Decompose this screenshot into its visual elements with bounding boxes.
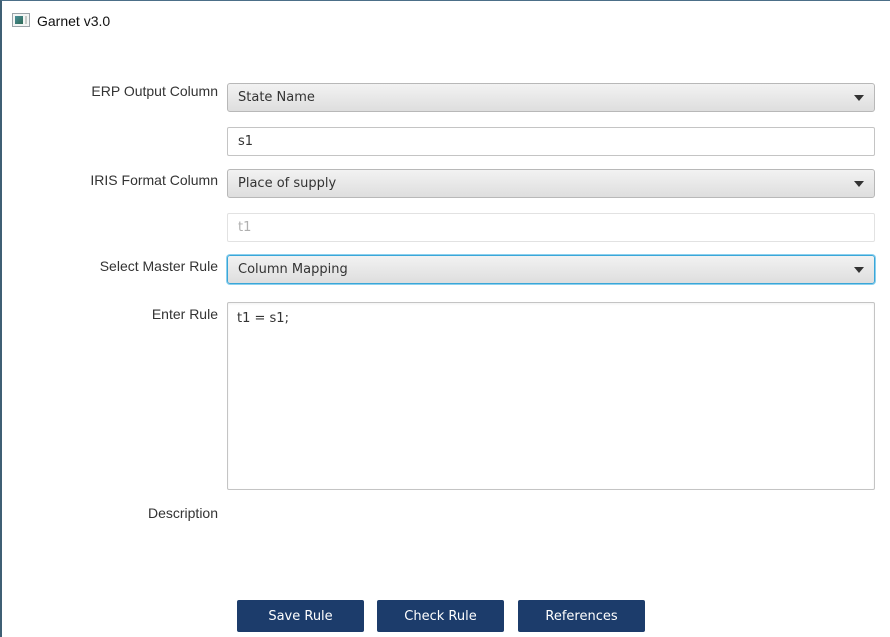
references-button[interactable]: References [518,600,645,632]
erp-output-column-label: ERP Output Column [91,83,218,99]
chevron-down-icon[interactable] [854,95,864,101]
title-bar: Garnet v3.0 [2,1,890,41]
iris-format-column-select[interactable]: Place of supply [227,169,875,198]
app-icon-fill [15,16,23,24]
check-rule-button[interactable]: Check Rule [377,600,504,632]
enter-rule-label: Enter Rule [151,306,218,322]
erp-output-column-selected: State Name [238,90,315,105]
master-rule-label: Select Master Rule [99,258,218,274]
erp-alias-input[interactable] [227,127,875,156]
enter-rule-textarea[interactable]: t1 = s1; [227,302,875,490]
save-rule-button[interactable]: Save Rule [237,600,364,632]
app-window-icon [12,13,30,27]
iris-alias-input[interactable] [227,213,875,242]
chevron-down-icon[interactable] [854,181,864,187]
erp-output-column-select[interactable]: State Name [227,83,875,112]
window-title: Garnet v3.0 [37,13,111,29]
iris-format-column-label: IRIS Format Column [90,172,218,188]
app-icon-bar [25,16,27,24]
description-label: Description [147,505,218,521]
chevron-down-icon[interactable] [854,267,864,273]
master-rule-select[interactable]: Column Mapping [227,255,875,284]
app-window: Garnet v3.0 ERP Output Column State Name… [0,0,890,637]
iris-format-column-selected: Place of supply [238,176,337,191]
master-rule-selected: Column Mapping [238,262,348,277]
